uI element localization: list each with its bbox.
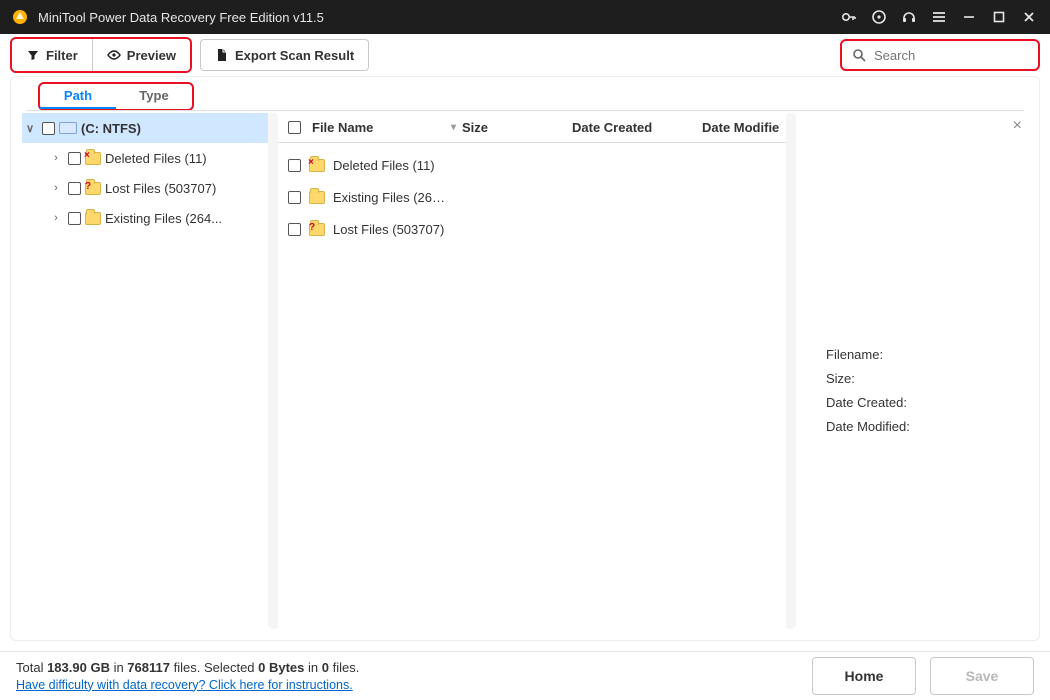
list-header: File Name ▾ Size Date Created Date Modif… xyxy=(278,113,786,143)
folder-lost-icon xyxy=(309,223,325,236)
export-button[interactable]: Export Scan Result xyxy=(200,39,369,71)
tab-type[interactable]: Type xyxy=(116,84,192,109)
tab-path[interactable]: Path xyxy=(40,84,116,109)
disc-icon[interactable] xyxy=(864,0,894,34)
minimize-icon[interactable] xyxy=(954,0,984,34)
header-filename[interactable]: File Name ▾ xyxy=(312,120,462,135)
folder-icon xyxy=(309,191,325,204)
tabs: Path Type xyxy=(10,76,1040,111)
filter-preview-group: Filter Preview xyxy=(10,37,192,73)
folder-icon xyxy=(85,212,101,225)
search-icon xyxy=(852,48,866,62)
checkbox[interactable] xyxy=(68,182,81,195)
app-title: MiniTool Power Data Recovery Free Editio… xyxy=(38,10,324,25)
checkbox[interactable] xyxy=(42,122,55,135)
tab-underline xyxy=(26,110,1024,111)
eye-icon xyxy=(107,49,121,61)
folder-deleted-icon xyxy=(85,152,101,165)
list-row[interactable]: Deleted Files (11) xyxy=(288,149,786,181)
detail-pane: × Filename: Size: Date Created: Date Mod… xyxy=(796,113,1028,629)
filter-icon xyxy=(26,49,40,61)
detail-filename-label: Filename: xyxy=(826,343,1018,367)
detail-created-label: Date Created: xyxy=(826,391,1018,415)
toolbar: Filter Preview Export Scan Result xyxy=(0,34,1050,76)
tree-item[interactable]: Existing Files (264... xyxy=(22,203,268,233)
export-icon xyxy=(215,48,229,62)
sort-desc-icon: ▾ xyxy=(451,122,462,133)
list-row[interactable]: Lost Files (503707) xyxy=(288,213,786,245)
header-size[interactable]: Size xyxy=(462,120,572,135)
checkbox[interactable] xyxy=(288,191,301,204)
checkbox[interactable] xyxy=(288,159,301,172)
close-icon[interactable] xyxy=(1014,0,1044,34)
chevron-right-icon[interactable] xyxy=(48,212,64,224)
folder-deleted-icon xyxy=(309,159,325,172)
maximize-icon[interactable] xyxy=(984,0,1014,34)
menu-icon[interactable] xyxy=(924,0,954,34)
filter-label: Filter xyxy=(46,48,78,63)
tree-item[interactable]: Lost Files (503707) xyxy=(22,173,268,203)
drive-icon xyxy=(59,122,77,134)
filter-button[interactable]: Filter xyxy=(12,39,92,71)
save-button[interactable]: Save xyxy=(930,657,1034,695)
tree-pane: (C: NTFS) Deleted Files (11) xyxy=(22,113,268,629)
chevron-right-icon[interactable] xyxy=(48,152,64,164)
preview-label: Preview xyxy=(127,48,176,63)
list-row[interactable]: Existing Files (26… xyxy=(288,181,786,213)
header-date-modified[interactable]: Date Modifie xyxy=(702,120,786,135)
footer: Total 183.90 GB in 768117 files. Selecte… xyxy=(0,651,1050,700)
export-label: Export Scan Result xyxy=(235,48,354,63)
checkbox[interactable] xyxy=(288,223,301,236)
main-panel: Path Type (C: NTFS) xyxy=(10,76,1040,641)
checkbox[interactable] xyxy=(68,152,81,165)
list-row-name: Lost Files (503707) xyxy=(333,222,444,237)
search-box[interactable] xyxy=(840,39,1040,71)
tree-root-label: (C: NTFS) xyxy=(81,121,141,136)
tree-item[interactable]: Deleted Files (11) xyxy=(22,143,268,173)
checkbox-all[interactable] xyxy=(288,121,301,134)
tabs-highlight: Path Type xyxy=(38,82,194,111)
tree-item-label: Existing Files (264... xyxy=(105,211,222,226)
tree-item-label: Lost Files (503707) xyxy=(105,181,216,196)
close-detail-icon[interactable]: × xyxy=(1013,117,1022,135)
key-icon[interactable] xyxy=(834,0,864,34)
headphones-icon[interactable] xyxy=(894,0,924,34)
preview-button[interactable]: Preview xyxy=(92,39,190,71)
list-row-name: Existing Files (26… xyxy=(333,190,445,205)
chevron-down-icon[interactable] xyxy=(22,122,38,135)
header-date-created[interactable]: Date Created xyxy=(572,120,702,135)
app-icon xyxy=(10,7,30,27)
checkbox[interactable] xyxy=(68,212,81,225)
detail-modified-label: Date Modified: xyxy=(826,415,1018,439)
home-button[interactable]: Home xyxy=(812,657,916,695)
splitter[interactable] xyxy=(268,113,278,629)
splitter[interactable] xyxy=(786,113,796,629)
tree-item-label: Deleted Files (11) xyxy=(105,151,207,166)
list-pane: File Name ▾ Size Date Created Date Modif… xyxy=(278,113,786,629)
list-row-name: Deleted Files (11) xyxy=(333,158,435,173)
detail-size-label: Size: xyxy=(826,367,1018,391)
folder-lost-icon xyxy=(85,182,101,195)
help-link[interactable]: Have difficulty with data recovery? Clic… xyxy=(16,678,353,692)
titlebar: MiniTool Power Data Recovery Free Editio… xyxy=(0,0,1050,34)
chevron-right-icon[interactable] xyxy=(48,182,64,194)
tree-root[interactable]: (C: NTFS) xyxy=(22,113,268,143)
search-input[interactable] xyxy=(872,47,1050,64)
footer-stats: Total 183.90 GB in 768117 files. Selecte… xyxy=(16,659,359,694)
